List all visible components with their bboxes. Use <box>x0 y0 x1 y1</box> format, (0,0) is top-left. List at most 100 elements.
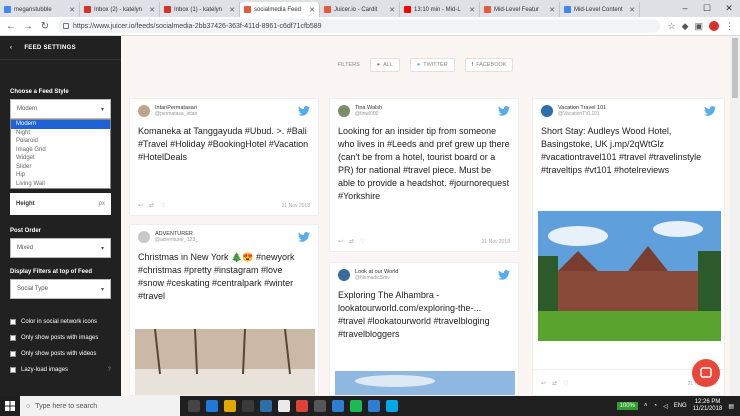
star-icon[interactable]: ☆ <box>667 21 675 32</box>
like-icon[interactable]: ♡ <box>160 202 165 209</box>
extension-icon[interactable]: ▣ <box>694 21 703 32</box>
forward-icon[interactable]: → <box>23 21 33 32</box>
chrome-icon[interactable] <box>296 400 308 412</box>
scrollbar[interactable] <box>730 36 740 396</box>
feed-style-option[interactable]: Hip <box>11 171 110 180</box>
chevron-up-icon[interactable]: ˄ <box>644 403 648 409</box>
scrollbar-thumb[interactable] <box>732 38 738 98</box>
post-handle[interactable]: @tinwl000 <box>355 111 382 117</box>
clock[interactable]: 12:26 PM 11/21/2018 <box>693 399 723 413</box>
tab-close-icon[interactable]: ✕ <box>469 6 475 14</box>
checkbox-row[interactable]: Only show posts with videos <box>10 351 111 357</box>
feed-style-option[interactable]: Polaroid <box>11 137 110 146</box>
tab-close-icon[interactable]: ✕ <box>309 6 315 14</box>
spotify-icon[interactable] <box>350 400 362 412</box>
taskbar-search[interactable]: ○ Type here to search <box>20 396 180 416</box>
edge-icon[interactable] <box>206 400 218 412</box>
notifications-icon[interactable]: ▤ <box>728 403 734 410</box>
checkbox[interactable] <box>10 319 16 325</box>
app-icon[interactable] <box>260 400 272 412</box>
post-order-select[interactable]: Mixed ▾ <box>10 238 111 258</box>
windows-start-icon[interactable] <box>0 396 20 416</box>
height-field[interactable]: Height px <box>10 193 111 215</box>
feed-style-option[interactable]: Widget <box>11 154 110 163</box>
app-icon[interactable] <box>368 400 380 412</box>
feed-style-select[interactable]: Modern ▾ <box>10 99 111 119</box>
checkbox-row[interactable]: Only show posts with images <box>10 335 111 341</box>
wifi-icon[interactable]: ◔ <box>653 403 657 409</box>
browser-tab[interactable]: Juicer.io - Cardit ✕ <box>320 2 400 17</box>
store-icon[interactable] <box>242 400 254 412</box>
avatar <box>138 231 150 243</box>
retweet-icon[interactable]: ⇄ <box>552 380 557 387</box>
tab-close-icon[interactable]: ✕ <box>389 6 395 14</box>
address-bar[interactable]: https://www.juicer.io/feeds/socialmedia-… <box>57 19 661 33</box>
browser-tab[interactable]: 13:10 min - Mid-L ✕ <box>400 2 480 17</box>
browser-tab[interactable]: Inbox (1) - katelyn ✕ <box>160 2 240 17</box>
checkbox-row[interactable]: Lazy-load images? <box>10 367 111 373</box>
back-icon[interactable]: ← <box>6 21 16 32</box>
filter-facebook-button[interactable]: f FACEBOOK <box>464 58 514 72</box>
post-handle[interactable]: @adventurer_123_ <box>155 237 198 243</box>
filters-select[interactable]: Social Type ▾ <box>10 279 111 299</box>
feed-post[interactable]: Tina Walsh @tinwl000 Looking for an inside… <box>329 98 519 252</box>
retweet-icon[interactable]: ⇄ <box>149 202 154 209</box>
close-icon[interactable]: ✕ <box>718 0 740 17</box>
feed-post[interactable]: ADVENTURER @adventurer_123_ Christmas in N… <box>129 224 319 396</box>
task-view-icon[interactable] <box>188 400 200 412</box>
app-icon[interactable] <box>332 400 344 412</box>
favicon-icon <box>564 6 571 13</box>
language-indicator[interactable]: ENG <box>674 403 687 409</box>
filter-all-button[interactable]: ● ALL <box>369 58 400 72</box>
minimize-icon[interactable]: – <box>674 0 696 17</box>
post-handle[interactable]: @permatasa_intan <box>155 111 197 117</box>
reply-icon[interactable]: ↩ <box>138 202 143 209</box>
maximize-icon[interactable]: ☐ <box>696 0 718 17</box>
tab-close-icon[interactable]: ✕ <box>69 6 75 14</box>
filter-twitter-button[interactable]: ● TWITTER <box>409 58 455 72</box>
checkbox[interactable] <box>10 335 16 341</box>
help-icon[interactable]: ? <box>108 367 111 373</box>
reply-icon[interactable]: ↩ <box>541 380 546 387</box>
like-icon[interactable]: ♡ <box>563 380 568 387</box>
feed-style-option[interactable]: Image Grid <box>11 146 110 155</box>
tab-close-icon[interactable]: ✕ <box>149 6 155 14</box>
feed-style-option[interactable]: Modern <box>11 120 110 129</box>
browser-tab[interactable]: socialmedia Feed ✕ <box>240 2 320 17</box>
browser-tab[interactable]: meganstubble ✕ <box>0 2 80 17</box>
browser-tab[interactable]: Mid-Level Content ✕ <box>560 2 640 17</box>
volume-icon[interactable]: ◁ <box>663 403 668 410</box>
post-handle[interactable]: @NomadicSmv <box>355 275 398 281</box>
feed-post[interactable]: IntanPermatasari @permatasa_intan Komaneka… <box>129 98 319 216</box>
feed-style-option[interactable]: Night <box>11 129 110 138</box>
reply-icon[interactable]: ↩ <box>338 238 343 245</box>
checkbox[interactable] <box>10 351 16 357</box>
feed-post[interactable]: Vacation Travel 101 @VacationTVL101 Short … <box>532 98 725 370</box>
twitter-icon: ● <box>416 62 421 68</box>
app-icon[interactable] <box>278 400 290 412</box>
app-icon[interactable] <box>314 400 326 412</box>
retweet-icon[interactable]: ⇄ <box>349 238 354 245</box>
tab-close-icon[interactable]: ✕ <box>549 6 555 14</box>
menu-icon[interactable]: ⋮ <box>725 21 734 32</box>
tab-close-icon[interactable]: ✕ <box>229 6 235 14</box>
reload-icon[interactable]: ↻ <box>40 21 50 32</box>
extension-icon[interactable]: ◆ <box>682 21 689 32</box>
like-icon[interactable]: ♡ <box>360 238 365 245</box>
checkbox-row[interactable]: Color in social network icons <box>10 319 111 325</box>
browser-tab[interactable]: Inbox (2) - katelyn ✕ <box>80 2 160 17</box>
chevron-left-icon[interactable]: ‹ <box>10 45 12 51</box>
feed-style-option[interactable]: Slider <box>11 163 110 172</box>
url-text: https://www.juicer.io/feeds/socialmedia-… <box>73 22 322 30</box>
checkbox[interactable] <box>10 367 16 373</box>
post-handle[interactable]: @VacationTVL101 <box>558 111 606 117</box>
file-explorer-icon[interactable] <box>224 400 236 412</box>
browser-tab[interactable]: Mid-Level Featur ✕ <box>480 2 560 17</box>
feed-style-option[interactable]: Living Wall <box>11 180 110 189</box>
battery-indicator[interactable]: 100% <box>616 402 638 410</box>
tab-close-icon[interactable]: ✕ <box>629 6 635 14</box>
profile-avatar[interactable] <box>709 21 719 31</box>
app-icon[interactable] <box>386 400 398 412</box>
chat-button[interactable] <box>692 359 720 387</box>
feed-post[interactable]: Look at our World @NomadicSmv Exploring Th… <box>329 262 519 396</box>
